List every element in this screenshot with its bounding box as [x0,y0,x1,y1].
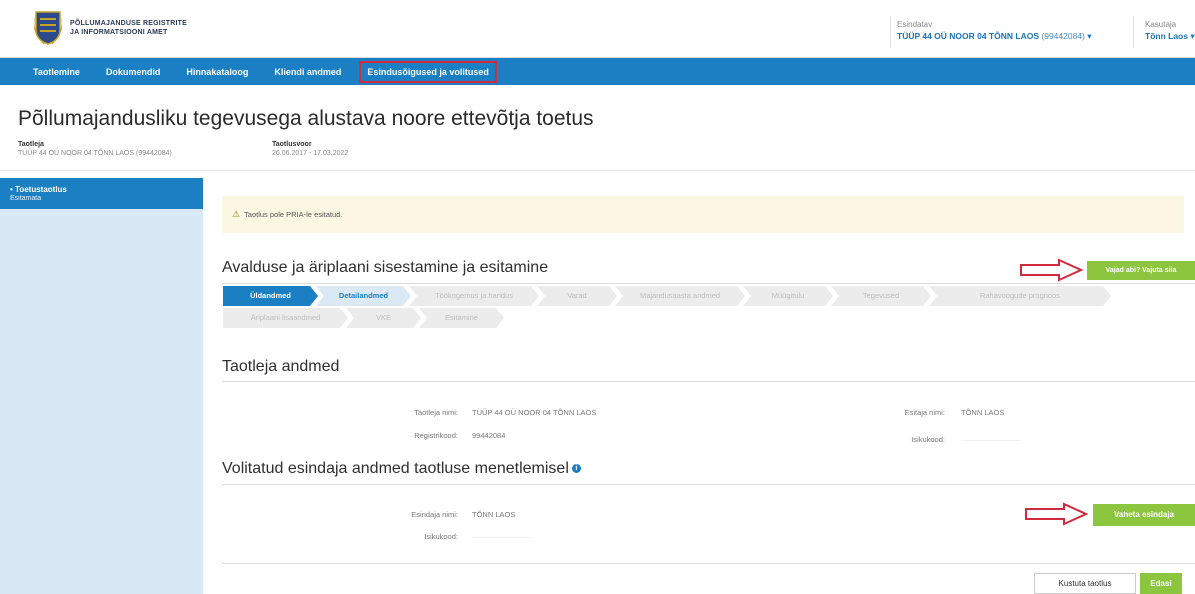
represented-value: TÜÜP 44 OÜ NOOR 04 TÕNN LAOS [897,31,1040,41]
section-divider [222,484,1195,485]
step-rahavood[interactable]: Rahavoogude prognoos [929,286,1111,306]
idcode-label: Isikukood: [911,435,945,444]
next-button[interactable]: Edasi [1140,573,1182,594]
section-title-application: Avalduse ja äriplaani sisestamine ja esi… [222,259,549,276]
submitter-name-label: Esitaja nimi: [904,408,945,417]
user-label: Kasutaja [1145,20,1177,29]
nav-item-hinnakataloog[interactable]: Hinnakataloog [186,67,248,77]
arrow-right-icon [1025,502,1088,526]
org-name-line1: PÕLLUMAJANDUSE REGISTRITE [70,20,188,27]
representative-section-title: Volitatud esindaja andmed taotluse menet… [222,460,569,477]
applicant-name-value: TÜÜP 44 OÜ NOOR 04 TÕNN LAOS [472,408,597,417]
applicant-meta-label: Taotleja [18,141,44,148]
section-divider [222,381,1195,382]
chevron-down-icon: ▾ [1190,31,1195,41]
warning-icon: ⚠ [232,209,241,219]
section-title-applicant: Taotleja andmed [222,358,340,375]
main-nav: Taotlemine Dokumendid Hinnakataloog Klie… [0,58,1195,85]
header-divider [890,16,891,48]
step-tegevused[interactable]: Tegevused [831,286,931,306]
applicant-meta: Taotleja TÜÜP 44 OÜ NOOR 04 TÕNN LAOS (9… [18,141,172,157]
warning-banner: ⚠ Taotlus pole PRIA-le esitatud. [222,196,1184,233]
regcode-label: Registrikood: [414,431,458,440]
rep-name-value: TÕNN LAOS [472,510,516,519]
help-button[interactable]: Vajad abi? Vajuta siia [1087,261,1195,280]
step-tookogemus[interactable]: Töökogemus ja haridus [409,286,539,306]
step-muugitulu[interactable]: Müügitulu [743,286,833,306]
page-title: Põllumajandusliku tegevusega alustava no… [18,107,594,130]
section-divider [222,283,1195,284]
submitter-name-value: TÕNN LAOS [961,408,1005,417]
sidebar: • Toetustaotlus Esitamata [0,178,203,594]
step-uldandmed[interactable]: Üldandmed [223,286,318,306]
represented-code: (99442084) [1041,31,1085,41]
title-divider [0,170,1195,171]
idcode-value [961,431,1021,443]
round-meta: Taotlusvoor 26.06.2017 - 17.03.2022 [272,141,348,157]
pria-logo[interactable]: PÕLLUMAJANDUSE REGISTRITE JA INFORMATSIO… [34,10,187,46]
round-meta-label: Taotlusvoor [272,141,312,148]
section-title-representative: Volitatud esindaja andmed taotluse menet… [222,460,581,478]
chevron-down-icon: ▾ [1087,31,1092,41]
step-majandusaasta[interactable]: Majandusaasta andmed [615,286,745,306]
regcode-value: 99442084 [472,431,506,440]
footer-divider [222,563,1195,564]
rep-name-label: Esindaja nimi: [411,510,458,519]
round-meta-value: 26.06.2017 - 17.03.2022 [272,150,349,157]
rep-idcode-label: Isikukood: [424,532,458,541]
info-icon[interactable]: i [571,464,581,474]
applicant-meta-value: TÜÜP 44 OÜ NOOR 04 TÕNN LAOS (99442084) [18,150,172,157]
step-lisaandmed[interactable]: Äriplaani lisaandmed [223,308,348,328]
step-vke[interactable]: VKE [346,308,421,328]
represented-label: Esindatav [897,20,933,29]
crest-icon [34,11,62,45]
sidebar-item-toetustaotlus[interactable]: • Toetustaotlus Esitamata [0,178,203,209]
represented-selector[interactable]: Esindatav TÜÜP 44 OÜ NOOR 04 TÕNN LAOS (… [897,20,1092,42]
arrow-right-icon [1020,258,1083,282]
step-esitamine[interactable]: Esitamine [419,308,504,328]
nav-item-taotlemine[interactable]: Taotlemine [33,67,80,77]
user-name: Tõnn Laos [1145,31,1188,41]
warning-text: Taotlus pole PRIA-le esitatud. [244,210,343,219]
step-varad[interactable]: Varad [537,286,617,306]
nav-item-kliendi-andmed[interactable]: Kliendi andmed [274,67,341,77]
rep-idcode-value [472,528,532,540]
change-representative-button[interactable]: Vaheta esindaja [1093,504,1195,526]
nav-item-dokumendid[interactable]: Dokumendid [106,67,161,77]
sidebar-item-status: Esitamata [10,195,42,202]
nav-item-esindusoigused[interactable]: Esindusõigused ja volitused [359,60,497,83]
applicant-name-label: Taotleja nimi: [414,408,458,417]
user-menu[interactable]: Kasutaja Tõnn Laos ▾ [1145,20,1195,42]
delete-application-button[interactable]: Kustuta taotlus [1034,573,1136,594]
app-header: PÕLLUMAJANDUSE REGISTRITE JA INFORMATSIO… [0,0,1195,58]
header-divider [1133,16,1134,48]
org-name-line2: JA INFORMATSIOONI AMET [70,29,168,36]
step-detailandmed[interactable]: Detailandmed [316,286,411,306]
sidebar-item-label: • Toetustaotlus [10,185,67,194]
